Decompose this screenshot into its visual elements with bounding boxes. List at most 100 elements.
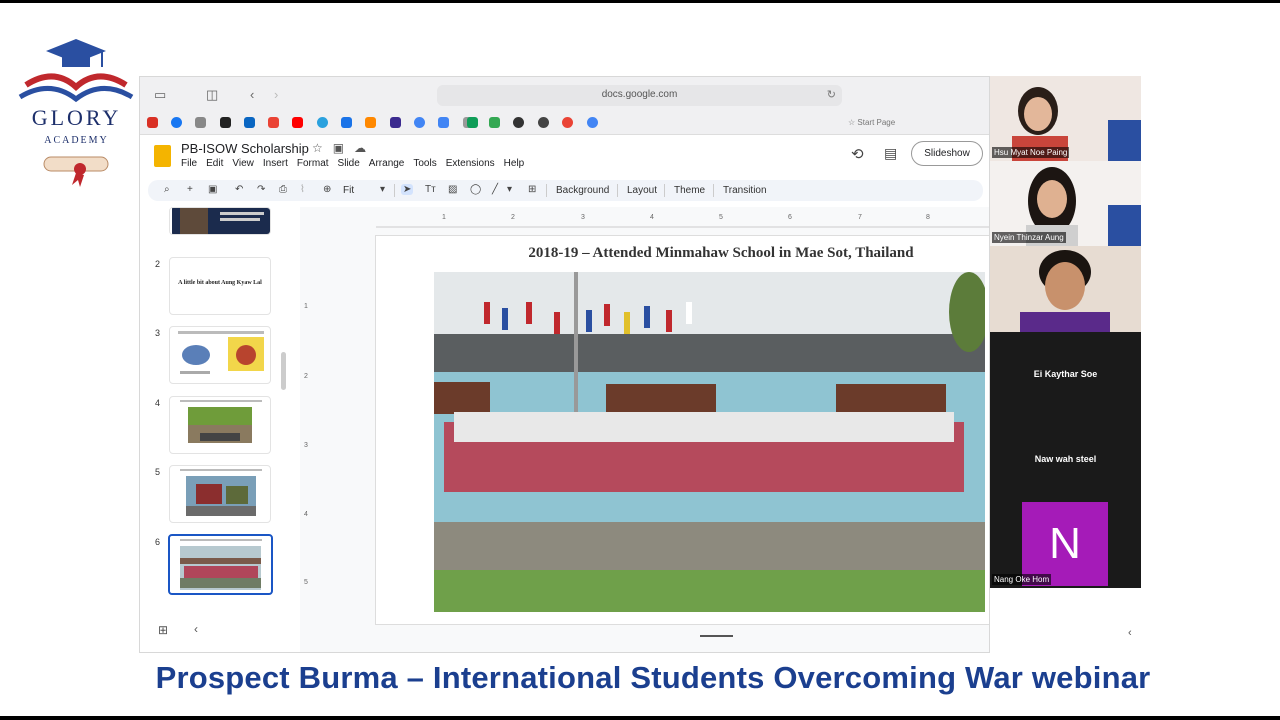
title-icons: ☆ ▣ ☁ — [312, 141, 366, 155]
current-slide[interactable]: 2018-19 – Attended Minmahaw School in Ma… — [375, 235, 989, 625]
slide-title[interactable]: 2018-19 – Attended Minmahaw School in Ma… — [376, 245, 989, 262]
paint-format-icon[interactable]: ⌇ — [300, 184, 305, 195]
browser-window: ▭ ◫ ‹ › docs.google.com ↻ ☆ Start Page P… — [139, 76, 990, 653]
participant-name: Naw wah steel — [1034, 454, 1097, 464]
youtube-icon[interactable] — [292, 117, 303, 128]
slide-number: 5 — [155, 467, 161, 477]
bookmark-icon[interactable] — [513, 117, 524, 128]
undo-icon[interactable]: ↶ — [235, 184, 243, 195]
chevron-down-icon[interactable]: ▾ — [380, 184, 385, 195]
image-icon[interactable]: ▨ — [448, 184, 457, 195]
ruler-label: 5 — [304, 579, 308, 586]
menu-edit[interactable]: Edit — [206, 158, 223, 169]
transition-button[interactable]: Transition — [723, 185, 767, 196]
select-pointer-icon[interactable]: ➤ — [401, 184, 414, 195]
glory-academy-logo: GLORY ACADEMY — [14, 37, 139, 187]
slide-thumbnail[interactable] — [169, 326, 271, 384]
menu-insert[interactable]: Insert — [263, 158, 288, 169]
chevron-down-icon[interactable]: ▾ — [507, 184, 512, 195]
telegram-icon[interactable] — [317, 117, 328, 128]
comments-icon[interactable]: ▤ — [884, 145, 897, 162]
cloud-status-icon[interactable]: ☁ — [354, 141, 366, 155]
side-panel-toggle-icon[interactable]: ‹ — [1128, 627, 1132, 639]
google-sheets-icon[interactable] — [467, 117, 478, 128]
shape-icon[interactable]: ◯ — [470, 184, 481, 195]
outlook-icon[interactable] — [244, 117, 255, 128]
google-icon[interactable] — [414, 117, 425, 128]
menu-slide[interactable]: Slide — [338, 158, 360, 169]
reload-icon[interactable]: ↻ — [827, 88, 836, 101]
redo-icon[interactable]: ↷ — [257, 184, 265, 195]
menu-extensions[interactable]: Extensions — [446, 158, 495, 169]
bookmark-icon[interactable] — [195, 117, 206, 128]
version-history-icon[interactable]: ⟲ — [851, 145, 864, 163]
search-icon[interactable]: ⌕ — [164, 184, 170, 195]
line-icon[interactable]: ╱ — [492, 184, 498, 195]
menu-format[interactable]: Format — [297, 158, 329, 169]
comment-add-icon[interactable]: ⊞ — [528, 184, 536, 195]
bookmark-icon[interactable] — [587, 117, 598, 128]
bookmark-icon[interactable] — [562, 117, 573, 128]
participant-video-tile[interactable]: Ei Kaythar Soe — [990, 332, 1141, 417]
slide-thumbnail[interactable] — [169, 207, 271, 235]
layout-button[interactable]: Layout — [627, 185, 657, 196]
slideshow-button[interactable]: Slideshow — [911, 141, 983, 166]
text-box-icon[interactable]: Tт — [425, 184, 436, 195]
address-bar[interactable]: docs.google.com ↻ — [437, 85, 842, 106]
participant-video-tile[interactable]: Nyein Thinzar Aung — [990, 161, 1141, 246]
background-button[interactable]: Background — [556, 185, 609, 196]
slides-logo-icon[interactable] — [154, 145, 171, 167]
new-slide-icon[interactable]: + — [187, 184, 193, 195]
menu-help[interactable]: Help — [504, 158, 525, 169]
participant-video-tile[interactable] — [990, 246, 1141, 332]
move-folder-icon[interactable]: ▣ — [333, 141, 344, 155]
back-icon[interactable]: ‹ — [250, 87, 254, 102]
bookmark-icon[interactable] — [390, 117, 401, 128]
grid-view-icon[interactable]: ⊞ — [158, 623, 168, 637]
theme-button[interactable]: Theme — [674, 185, 705, 196]
google-play-icon[interactable] — [489, 117, 500, 128]
ruler-label: 8 — [926, 214, 930, 221]
participant-video-image — [990, 246, 1141, 332]
bookmark-icon[interactable] — [365, 117, 376, 128]
participant-video-tile[interactable]: Naw wah steel — [990, 417, 1141, 502]
document-title[interactable]: PB-ISOW Scholarship — [181, 141, 309, 156]
gmail-icon[interactable] — [268, 117, 279, 128]
participant-name: Ei Kaythar Soe — [1033, 369, 1098, 379]
forward-icon[interactable]: › — [274, 87, 278, 102]
print-icon[interactable]: ⎙ — [279, 184, 287, 195]
notes-resize-handle[interactable] — [700, 635, 733, 637]
star-icon[interactable]: ☆ — [312, 141, 323, 155]
slide-thumbnail[interactable] — [169, 396, 271, 454]
tab-overview-icon[interactable]: ◫ — [206, 87, 218, 103]
slide-thumbnail-active[interactable] — [168, 534, 273, 595]
ruler-label: 5 — [719, 214, 723, 221]
start-page-link[interactable]: ☆ Start Page — [848, 118, 895, 127]
slide-number: 2 — [155, 259, 161, 269]
participant-video-tile[interactable]: Hsu Myat Noe Paing — [990, 76, 1141, 161]
group-photo-image — [434, 272, 985, 612]
layout-icon[interactable]: ▣ — [208, 184, 217, 195]
filmstrip-scrollbar[interactable] — [281, 352, 286, 390]
bookmark-icon[interactable] — [341, 117, 352, 128]
menu-tools[interactable]: Tools — [413, 158, 436, 169]
slide-thumbnail-image — [180, 469, 262, 516]
slide-thumbnail-title: A little bit about Aung Kyaw Lal — [178, 280, 262, 286]
school-group-photo[interactable] — [434, 272, 985, 612]
sidebar-toggle-icon[interactable]: ▭ — [154, 87, 166, 103]
bookmark-icon[interactable] — [220, 117, 231, 128]
participant-video-tile[interactable]: N Nang Oke Hom — [990, 496, 1141, 588]
participant-name: Hsu Myat Noe Paing — [992, 147, 1070, 158]
gmail-icon[interactable] — [147, 117, 158, 128]
facebook-icon[interactable] — [171, 117, 182, 128]
menu-arrange[interactable]: Arrange — [369, 158, 405, 169]
bookmark-icon[interactable] — [538, 117, 549, 128]
zoom-select[interactable]: Fit — [343, 185, 354, 196]
slide-thumbnail[interactable]: A little bit about Aung Kyaw Lal — [169, 257, 271, 315]
menu-file[interactable]: File — [181, 158, 197, 169]
menu-view[interactable]: View — [232, 158, 254, 169]
zoom-icon[interactable]: ⊕ — [323, 184, 331, 195]
google-docs-icon[interactable] — [438, 117, 449, 128]
slide-thumbnail[interactable] — [169, 465, 271, 523]
collapse-filmstrip-icon[interactable]: ‹ — [194, 622, 198, 636]
